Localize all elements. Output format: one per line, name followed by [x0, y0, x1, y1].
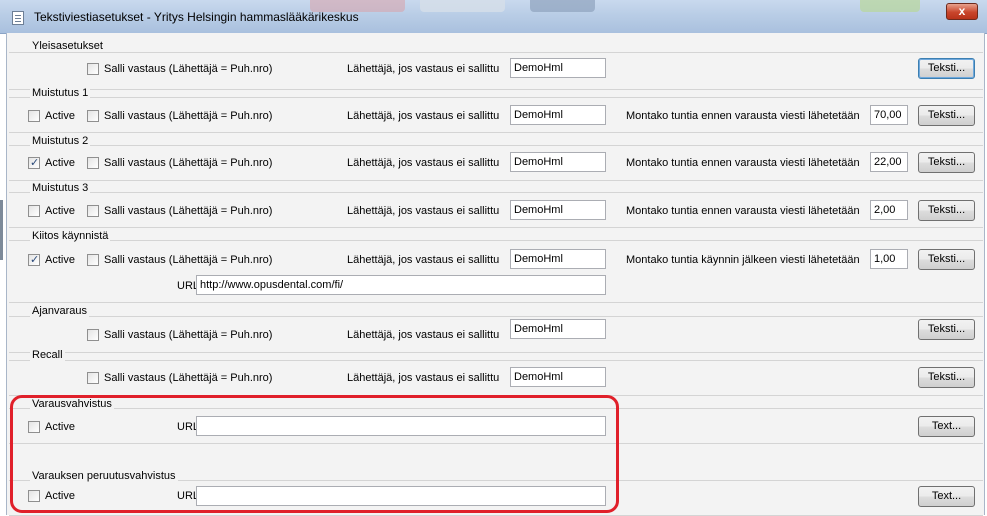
url-input[interactable]: http://www.opusdental.com/fi/: [196, 275, 606, 295]
sender-input[interactable]: DemoHml: [510, 319, 606, 339]
hours-label: Montako tuntia käynnin jälkeen viesti lä…: [626, 254, 860, 266]
annotation-highlight: [10, 395, 619, 513]
active-checkbox[interactable]: [28, 156, 40, 169]
group-label: Ajanvaraus: [30, 305, 90, 317]
background-window-shape: [420, 0, 505, 12]
allow-reply-label: Salli vastaus (Lähettäjä = Puh.nro): [104, 110, 273, 122]
group-label: Muistutus 3: [30, 182, 91, 194]
allow-reply-label: Salli vastaus (Lähettäjä = Puh.nro): [104, 205, 273, 217]
group-label: Yleisasetukset: [30, 40, 105, 52]
allow-reply-checkbox[interactable]: [87, 372, 99, 384]
hours-label: Montako tuntia ennen varausta viesti läh…: [626, 157, 860, 169]
document-icon: [12, 11, 24, 25]
text-button[interactable]: Teksti...: [918, 105, 975, 126]
active-checkbox[interactable]: [28, 110, 40, 122]
background-window-shape: [530, 0, 595, 12]
allow-reply-checkbox[interactable]: [87, 205, 99, 217]
background-window-shape: [860, 0, 920, 12]
active-checkbox[interactable]: [28, 253, 40, 266]
sender-label: Lähettäjä, jos vastaus ei sallittu: [347, 329, 500, 341]
sender-input[interactable]: DemoHml: [510, 200, 606, 220]
allow-reply-checkbox[interactable]: [87, 63, 99, 75]
text-button[interactable]: Teksti...: [918, 152, 975, 173]
hours-input[interactable]: 1,00: [870, 249, 908, 269]
active-label: Active: [45, 110, 75, 122]
close-button[interactable]: x: [946, 3, 978, 20]
allow-reply-label: Salli vastaus (Lähettäjä = Puh.nro): [104, 372, 273, 384]
text-button[interactable]: Teksti...: [918, 58, 975, 79]
sender-input[interactable]: DemoHml: [510, 105, 606, 125]
text-button[interactable]: Teksti...: [918, 367, 975, 388]
allow-reply-label: Salli vastaus (Lähettäjä = Puh.nro): [104, 254, 273, 266]
text-button[interactable]: Text...: [918, 486, 975, 507]
sender-input[interactable]: DemoHml: [510, 249, 606, 269]
sender-input[interactable]: DemoHml: [510, 152, 606, 172]
sender-input[interactable]: DemoHml: [510, 58, 606, 78]
group-label: Recall: [30, 349, 65, 361]
sender-label: Lähettäjä, jos vastaus ei sallittu: [347, 372, 500, 384]
sender-label: Lähettäjä, jos vastaus ei sallittu: [347, 63, 500, 75]
hours-label: Montako tuntia ennen varausta viesti läh…: [626, 110, 860, 122]
allow-reply-checkbox[interactable]: [87, 254, 99, 266]
group-label: Muistutus 2: [30, 135, 91, 147]
text-button[interactable]: Text...: [918, 416, 975, 437]
allow-reply-checkbox[interactable]: [87, 157, 99, 169]
sender-label: Lähettäjä, jos vastaus ei sallittu: [347, 110, 500, 122]
group-label: Kiitos käynnistä: [30, 230, 111, 242]
sender-label: Lähettäjä, jos vastaus ei sallittu: [347, 254, 500, 266]
title-bar: Tekstiviestiasetukset - Yritys Helsingin…: [0, 0, 987, 34]
allow-reply-label: Salli vastaus (Lähettäjä = Puh.nro): [104, 157, 273, 169]
group-label: Muistutus 1: [30, 87, 91, 99]
hours-label: Montako tuntia ennen varausta viesti läh…: [626, 205, 860, 217]
text-button[interactable]: Teksti...: [918, 249, 975, 270]
sender-label: Lähettäjä, jos vastaus ei sallittu: [347, 157, 500, 169]
window-title: Tekstiviestiasetukset - Yritys Helsingin…: [34, 10, 359, 24]
allow-reply-label: Salli vastaus (Lähettäjä = Puh.nro): [104, 63, 273, 75]
hours-input[interactable]: 70,00: [870, 105, 908, 125]
active-label: Active: [45, 254, 75, 266]
sender-label: Lähettäjä, jos vastaus ei sallittu: [347, 205, 500, 217]
hours-input[interactable]: 22,00: [870, 152, 908, 172]
hours-input[interactable]: 2,00: [870, 200, 908, 220]
allow-reply-checkbox[interactable]: [87, 329, 99, 341]
text-button[interactable]: Teksti...: [918, 200, 975, 221]
background-window-edge: [0, 200, 3, 260]
active-checkbox[interactable]: [28, 205, 40, 217]
text-button[interactable]: Teksti...: [918, 319, 975, 340]
active-label: Active: [45, 157, 75, 169]
sender-input[interactable]: DemoHml: [510, 367, 606, 387]
allow-reply-checkbox[interactable]: [87, 110, 99, 122]
active-label: Active: [45, 205, 75, 217]
allow-reply-label: Salli vastaus (Lähettäjä = Puh.nro): [104, 329, 273, 341]
